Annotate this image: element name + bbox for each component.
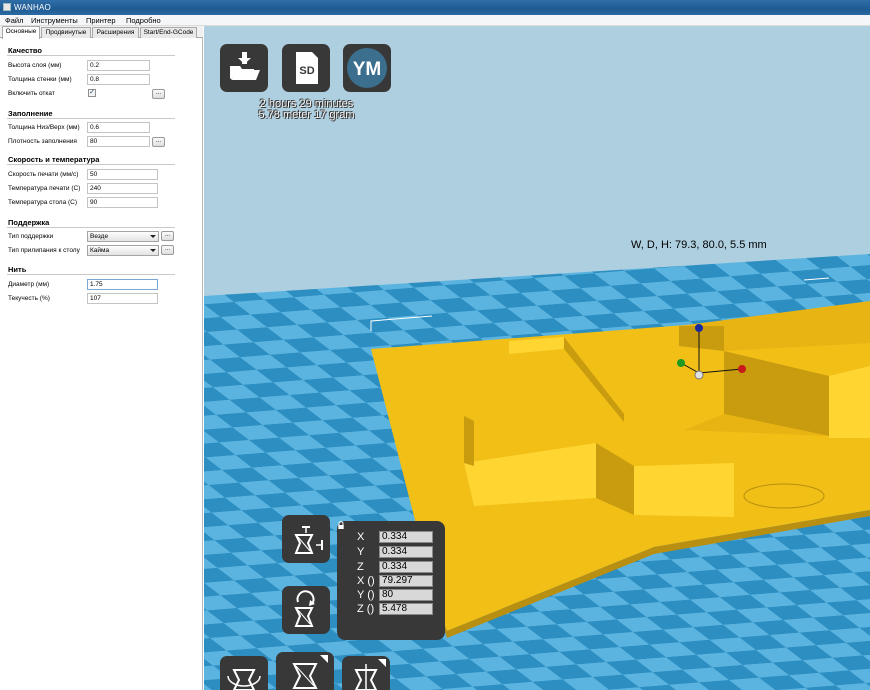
support-type-label: Тип поддержки	[8, 233, 54, 240]
size-x-input[interactable]: 79.297	[379, 575, 433, 587]
section-divider	[7, 55, 175, 56]
reset-scale-icon	[294, 590, 315, 627]
size-y-input[interactable]: 80	[379, 589, 433, 601]
print-temp-input[interactable]: 240	[87, 183, 158, 194]
youmagine-icon: YM	[347, 48, 387, 88]
app-icon	[3, 3, 11, 11]
layer-height-input[interactable]: 0.2	[87, 60, 150, 71]
sd-card-icon: SD	[296, 52, 318, 84]
rotate-tool-button[interactable]	[220, 656, 268, 690]
scale-y-input[interactable]: 0.334	[379, 546, 433, 558]
adhesion-type-select[interactable]: Кайма	[87, 245, 159, 256]
lock-icon[interactable]	[337, 521, 345, 529]
rotate-icon	[227, 669, 261, 690]
model-block	[829, 366, 870, 438]
support-type-select[interactable]: Везде	[87, 231, 159, 242]
settings-panel: Основные Продвинутые Расширения Start/En…	[0, 26, 203, 690]
menu-tools[interactable]: Инструменты	[31, 16, 78, 25]
tab-advanced[interactable]: Продвинутые	[41, 27, 91, 38]
scale-max-button[interactable]	[282, 515, 330, 563]
youmagine-label: YM	[353, 59, 382, 80]
3d-viewport[interactable]: SD YM 2 hours 29 minutes 5.78 meter 17 g…	[204, 26, 870, 690]
axis-y-handle-icon[interactable]	[677, 359, 685, 367]
size-z-label: Z ()	[357, 603, 375, 615]
model-dimensions-text: W, D, H: 79.3, 80.0, 5.5 mm	[631, 239, 767, 251]
scale-x-label: X	[357, 531, 365, 543]
layer-height-label: Высота слоя (мм)	[8, 62, 62, 69]
bottom-top-thickness-input[interactable]: 0.6	[87, 122, 150, 133]
bed-temp-label: Температура стола (С)	[8, 199, 78, 206]
wall-thickness-label: Толщина стенки (мм)	[8, 76, 72, 83]
section-title-quality: Качество	[8, 46, 43, 55]
menu-details[interactable]: Подробно	[126, 16, 161, 25]
menu-file[interactable]: Файл	[5, 16, 23, 25]
fill-settings-button[interactable]: ...	[152, 137, 165, 147]
scale-icon	[292, 655, 328, 689]
axis-z-handle-icon[interactable]	[695, 324, 703, 332]
sd-card-label: SD	[299, 65, 314, 77]
size-z-input[interactable]: 5.478	[379, 603, 433, 615]
diameter-label: Диаметр (мм)	[8, 281, 50, 288]
scale-tool-button[interactable]	[276, 652, 334, 690]
youmagine-button[interactable]: YM	[343, 44, 391, 92]
print-material-text: 5.78 meter 17 gram	[258, 109, 355, 121]
mirror-icon	[354, 659, 386, 690]
flow-label: Текучесть (%)	[8, 295, 50, 302]
axis-origin-handle-icon[interactable]	[694, 370, 704, 380]
scale-panel: X 0.334 Y 0.334 Z 0.334 X () 79.297 Y ()…	[337, 521, 445, 640]
bed-temp-input[interactable]: 90	[87, 197, 158, 208]
print-temp-label: Температура печати (С)	[8, 185, 81, 192]
scale-z-label: Z	[357, 561, 364, 573]
model-round-feature	[743, 483, 825, 509]
size-y-label: Y ()	[357, 589, 375, 601]
section-title-speed: Скорость и температура	[8, 155, 100, 164]
print-speed-label: Скорость печати (мм/с)	[8, 171, 79, 178]
scale-x-input[interactable]: 0.334	[379, 531, 433, 543]
flow-input[interactable]: 107	[87, 293, 158, 304]
load-folder-icon	[230, 52, 260, 80]
tab-basic[interactable]: Основные	[2, 26, 40, 39]
reset-scale-button[interactable]	[282, 586, 330, 634]
section-title-support: Поддержка	[8, 218, 50, 227]
model-block	[634, 463, 734, 517]
menu-bar: Файл Инструменты Принтер Подробно	[0, 15, 870, 26]
retraction-label: Включить откат	[8, 90, 55, 97]
diameter-input[interactable]: 1.75	[87, 279, 158, 290]
adhesion-settings-button[interactable]: ...	[161, 245, 174, 255]
support-type-value: Везде	[90, 233, 109, 240]
size-x-label: X ()	[357, 575, 375, 587]
section-title-filament: Нить	[8, 265, 27, 274]
tab-start-end-gcode[interactable]: Start/End-GCode	[140, 27, 197, 38]
retraction-checkbox[interactable]: ✓	[88, 89, 96, 97]
mirror-tool-button[interactable]	[342, 656, 390, 690]
wall-thickness-input[interactable]: 0.8	[87, 74, 150, 85]
bottom-top-thickness-label: Толщина Низ/Верх (мм)	[8, 124, 80, 131]
section-divider	[7, 274, 175, 275]
section-divider	[7, 227, 175, 228]
settings-tabs: Основные Продвинутые Расширения Start/En…	[0, 26, 203, 39]
adhesion-type-label: Тип прилипания к столу	[8, 247, 80, 254]
retraction-settings-button[interactable]: ...	[152, 89, 165, 99]
section-title-fill: Заполнение	[8, 109, 53, 118]
scale-max-icon	[294, 526, 323, 554]
fill-density-label: Плотность заполнения	[8, 138, 77, 145]
axis-x-handle-icon[interactable]	[738, 365, 746, 373]
print-speed-input[interactable]: 50	[87, 169, 158, 180]
fill-density-input[interactable]: 80	[87, 136, 150, 147]
chevron-down-icon	[150, 235, 156, 238]
scale-z-input[interactable]: 0.334	[379, 561, 433, 573]
section-divider	[7, 164, 175, 165]
window-title: WANHAO	[14, 3, 51, 12]
save-to-sd-button[interactable]: SD	[282, 44, 330, 92]
scale-y-label: Y	[357, 546, 365, 558]
title-bar: WANHAO	[0, 0, 870, 15]
menu-printer[interactable]: Принтер	[86, 16, 116, 25]
chevron-down-icon	[150, 249, 156, 252]
section-divider	[7, 118, 175, 119]
adhesion-type-value: Кайма	[90, 247, 110, 254]
load-model-button[interactable]	[220, 44, 268, 92]
support-settings-button[interactable]: ...	[161, 231, 174, 241]
model-block-side	[464, 416, 474, 466]
tab-plugins[interactable]: Расширения	[92, 27, 139, 38]
